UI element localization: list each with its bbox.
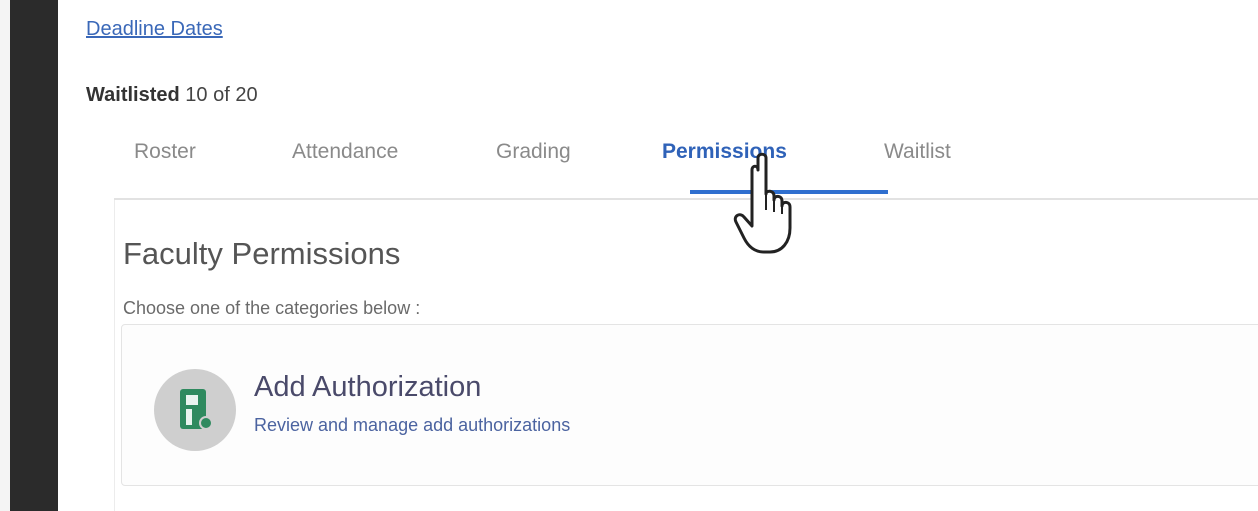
page-subtitle: Choose one of the categories below : <box>123 298 421 318</box>
page-title: Faculty Permissions <box>123 236 401 271</box>
permissions-panel: Faculty Permissions Choose one of the ca… <box>114 200 1258 511</box>
hand-cursor-icon <box>733 152 792 254</box>
card-title: Add Authorization <box>254 371 482 403</box>
waitlist-count: 10 of 20 <box>185 84 258 106</box>
card-description: Review and manage add authorizations <box>254 415 571 435</box>
main-content: Deadline Dates Waitlisted 10 of 20 Roste… <box>58 0 1258 511</box>
deadline-dates-link[interactable]: Deadline Dates <box>86 18 223 41</box>
document-icon <box>154 369 236 451</box>
tab-attendance[interactable]: Attendance <box>292 140 398 194</box>
tab-waitlist[interactable]: Waitlist <box>884 140 951 194</box>
waitlist-label: Waitlisted <box>86 84 180 106</box>
left-sidebar-strip <box>0 0 58 511</box>
tab-grading[interactable]: Grading <box>496 140 571 194</box>
waitlist-status: Waitlisted 10 of 20 <box>86 84 258 107</box>
tab-roster[interactable]: Roster <box>134 140 196 194</box>
course-tabs: Roster Attendance Grading Permissions Wa… <box>114 130 1258 200</box>
add-authorization-card[interactable]: Add Authorization Review and manage add … <box>121 324 1258 486</box>
